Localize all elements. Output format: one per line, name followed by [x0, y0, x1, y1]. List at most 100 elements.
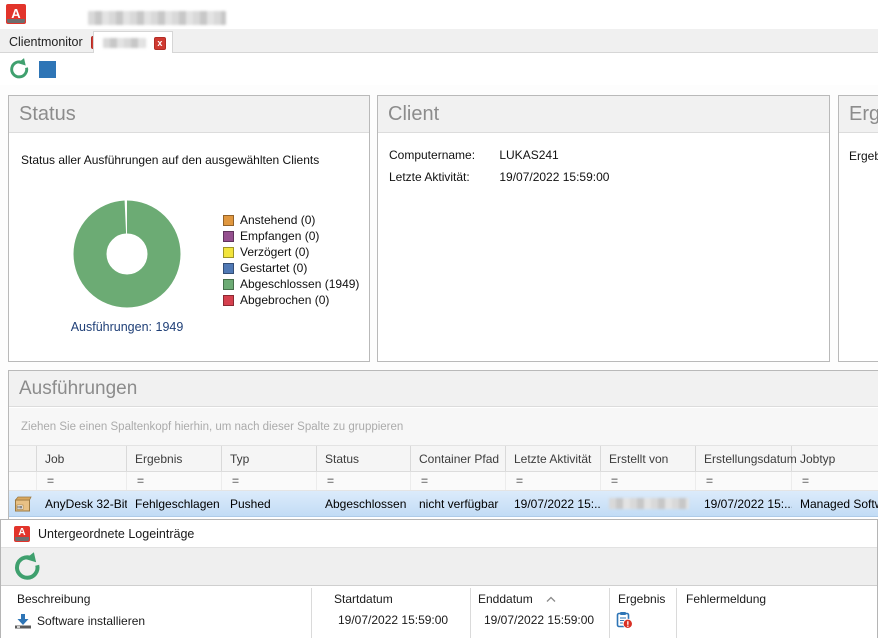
col-header-erstellt-von[interactable]: Erstellt von	[601, 446, 696, 471]
filter-equals[interactable]: =	[222, 472, 317, 490]
panel-title: Status	[19, 103, 76, 126]
status-legend: Anstehend (0)Empfangen (0)Verzögert (0)G…	[223, 214, 359, 310]
col-header-typ[interactable]: Typ	[222, 446, 317, 471]
legend-swatch	[223, 295, 234, 306]
legend-label: Abgeschlossen (1949)	[240, 277, 359, 291]
grid-filter-row: = = = = = = = = =	[9, 472, 878, 491]
cell-enddatum: 19/07/2022 15:59:00	[484, 613, 594, 627]
col-header-ergebnis[interactable]: Ergebnis	[618, 592, 665, 606]
acmp-logo-icon: A	[14, 526, 30, 542]
result-panel-header: Ergebnis	[839, 96, 878, 133]
refresh-icon[interactable]	[12, 552, 42, 582]
redacted-username	[609, 498, 689, 509]
stop-icon[interactable]	[39, 61, 56, 78]
tab-bar: Clientmonitor x x	[0, 29, 878, 53]
panel-title: Ergebnis	[849, 103, 878, 126]
acmp-logo-icon: A	[6, 4, 26, 24]
download-icon	[14, 613, 32, 629]
filter-equals[interactable]: =	[696, 472, 792, 490]
grid-header-row: Job Ergebnis Typ Status Container Pfad L…	[9, 446, 878, 472]
result-label: Ergebnis	[849, 149, 878, 163]
tab-label-redacted	[103, 38, 146, 48]
column-divider	[609, 588, 610, 638]
group-by-hint: Ziehen Sie einen Spaltenkopf hierhin, um…	[21, 421, 403, 433]
legend-swatch	[223, 215, 234, 226]
legend-item: Empfangen (0)	[223, 230, 359, 242]
legend-item: Abgeschlossen (1949)	[223, 278, 359, 290]
refresh-icon[interactable]	[8, 58, 30, 80]
window-title-redacted	[88, 11, 226, 25]
donut-ring	[90, 217, 164, 291]
column-divider	[311, 588, 312, 638]
col-header-jobtyp[interactable]: Jobtyp	[792, 446, 878, 471]
tab-label: Clientmonitor	[9, 35, 83, 49]
status-panel: Status Status aller Ausführungen auf den…	[8, 95, 370, 362]
tab-active-redacted[interactable]: x	[93, 31, 173, 54]
client-panel: Client Computername: LUKAS241 Letzte Akt…	[377, 95, 830, 362]
legend-swatch	[223, 231, 234, 242]
col-header-enddatum[interactable]: Enddatum	[478, 592, 556, 606]
log-entry-row[interactable]: Software installieren	[14, 613, 145, 629]
filter-equals[interactable]: =	[411, 472, 506, 490]
col-header-status[interactable]: Status	[317, 446, 411, 471]
cell-erstellt-von-redacted	[601, 491, 696, 516]
executions-grid: Job Ergebnis Typ Status Container Pfad L…	[9, 446, 878, 517]
executions-count: Ausführungen: 1949	[37, 320, 217, 334]
cell-container-pfad: nicht verfügbar	[411, 491, 506, 516]
legend-item: Anstehend (0)	[223, 214, 359, 226]
col-header-erstellungsdatum[interactable]: Erstellungsdatum	[696, 446, 792, 471]
close-icon[interactable]: x	[154, 37, 166, 50]
col-header-letzte-aktivitaet[interactable]: Letzte Aktivität	[506, 446, 601, 471]
col-header-container-pfad[interactable]: Container Pfad	[411, 446, 506, 471]
legend-swatch	[223, 279, 234, 290]
column-divider	[676, 588, 677, 638]
result-panel: Ergebnis Ergebnis	[838, 95, 878, 362]
legend-label: Anstehend (0)	[240, 213, 315, 227]
field-label: Computername:	[389, 148, 496, 162]
col-header-fehlermeldung[interactable]: Fehlermeldung	[686, 592, 766, 606]
legend-label: Gestartet (0)	[240, 261, 307, 275]
cell-letzte-aktivitaet: 19/07/2022 15:...	[506, 491, 601, 516]
filter-equals[interactable]: =	[506, 472, 601, 490]
column-divider	[470, 588, 471, 638]
main-toolbar	[0, 53, 878, 85]
cell-ergebnis: Fehlgeschlagen	[127, 491, 222, 516]
package-icon	[14, 496, 32, 512]
cell-ergebnis	[616, 611, 633, 632]
dialog-titlebar[interactable]: A Untergeordnete Logeinträge	[1, 520, 877, 547]
result-error-icon[interactable]	[616, 611, 633, 629]
table-row-selected[interactable]: AnyDesk 32-Bit Fehlgeschlagen Pushed Abg…	[9, 491, 878, 517]
titlebar: A	[0, 0, 878, 29]
field-label: Letzte Aktivität:	[389, 170, 496, 184]
col-header-startdatum[interactable]: Startdatum	[334, 592, 393, 606]
filter-equals[interactable]: =	[792, 472, 878, 490]
dialog-title: Untergeordnete Logeinträge	[38, 527, 194, 541]
filter-equals[interactable]: =	[37, 472, 127, 490]
app-window: A Clientmonitor x x Status Status aller …	[0, 0, 878, 638]
cell-erstellungsdatum: 19/07/2022 15:...	[696, 491, 792, 516]
cell-status: Abgeschlossen	[317, 491, 411, 516]
cell-beschreibung: Software installieren	[37, 614, 145, 628]
field-value: LUKAS241	[499, 148, 558, 162]
client-computername-row: Computername: LUKAS241	[389, 148, 559, 162]
status-donut-chart	[67, 194, 187, 314]
executions-panel: Ausführungen Ziehen Sie einen Spaltenkop…	[8, 370, 878, 535]
panel-title: Client	[388, 103, 439, 126]
filter-equals[interactable]: =	[127, 472, 222, 490]
filter-equals[interactable]: =	[317, 472, 411, 490]
sort-ascending-icon	[546, 596, 556, 603]
filter-indicator-cell	[9, 472, 37, 490]
legend-label: Abgebrochen (0)	[240, 293, 329, 307]
col-header-beschreibung[interactable]: Beschreibung	[17, 592, 90, 606]
col-header-ergebnis[interactable]: Ergebnis	[127, 446, 222, 471]
col-header-job[interactable]: Job	[37, 446, 127, 471]
filter-equals[interactable]: =	[601, 472, 696, 490]
group-by-strip[interactable]: Ziehen Sie einen Spaltenkopf hierhin, um…	[9, 408, 878, 446]
child-log-dialog: A Untergeordnete Logeinträge Beschreibun…	[0, 519, 878, 638]
executions-panel-header: Ausführungen	[9, 371, 878, 407]
client-panel-header: Client	[378, 96, 829, 133]
legend-swatch	[223, 263, 234, 274]
legend-item: Abgebrochen (0)	[223, 294, 359, 306]
row-type-cell	[9, 491, 37, 516]
legend-item: Gestartet (0)	[223, 262, 359, 274]
